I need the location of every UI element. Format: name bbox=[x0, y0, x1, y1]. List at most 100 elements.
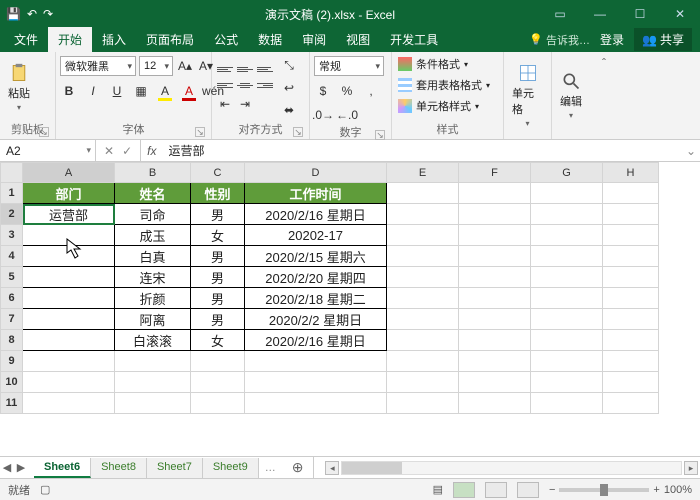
cell[interactable] bbox=[531, 267, 603, 288]
cell[interactable]: 男 bbox=[191, 246, 245, 267]
cell[interactable] bbox=[387, 309, 459, 330]
cell[interactable] bbox=[245, 393, 387, 414]
orientation-icon[interactable]: ⤡ bbox=[280, 57, 298, 75]
increase-font-icon[interactable]: A▴ bbox=[176, 57, 194, 75]
tab-formulas[interactable]: 公式 bbox=[204, 27, 248, 52]
increase-indent-icon[interactable]: ⇥ bbox=[236, 95, 254, 113]
cell[interactable]: 折颜 bbox=[115, 288, 191, 309]
fx-icon[interactable]: fx bbox=[141, 144, 162, 158]
cells-button[interactable]: 单元格▾ bbox=[508, 61, 547, 130]
row-header[interactable]: 5 bbox=[1, 267, 23, 288]
cell[interactable] bbox=[387, 183, 459, 204]
italic-button[interactable]: I bbox=[84, 82, 102, 100]
cell[interactable]: 2020/2/16 星期日 bbox=[245, 204, 387, 225]
cell[interactable] bbox=[531, 183, 603, 204]
col-header[interactable]: D bbox=[245, 163, 387, 183]
number-format-combo[interactable]: 常规 bbox=[314, 56, 384, 76]
cell[interactable] bbox=[23, 246, 115, 267]
cell[interactable] bbox=[459, 183, 531, 204]
tab-file[interactable]: 文件 bbox=[4, 27, 48, 52]
cell[interactable]: 部门 bbox=[23, 183, 115, 204]
cell[interactable] bbox=[531, 288, 603, 309]
sheet-nav-next-icon[interactable]: ▶ bbox=[14, 461, 28, 474]
cell[interactable] bbox=[459, 246, 531, 267]
cell[interactable] bbox=[23, 225, 115, 246]
cell[interactable] bbox=[115, 393, 191, 414]
new-sheet-button[interactable]: ⊕ bbox=[282, 459, 314, 476]
cell[interactable] bbox=[459, 288, 531, 309]
cell[interactable]: 2020/2/15 星期六 bbox=[245, 246, 387, 267]
cell[interactable] bbox=[459, 372, 531, 393]
conditional-format-button[interactable]: 条件格式▾ bbox=[396, 54, 470, 74]
cell[interactable]: 20202-17 bbox=[245, 225, 387, 246]
scroll-thumb[interactable] bbox=[342, 462, 402, 474]
cancel-formula-icon[interactable]: ✕ bbox=[104, 144, 114, 158]
cell[interactable] bbox=[459, 267, 531, 288]
row-header[interactable]: 7 bbox=[1, 309, 23, 330]
zoom-out-icon[interactable]: − bbox=[549, 484, 555, 496]
cell[interactable]: 连宋 bbox=[115, 267, 191, 288]
wrap-text-icon[interactable]: ↩ bbox=[280, 79, 298, 97]
cell[interactable] bbox=[531, 351, 603, 372]
col-header[interactable]: F bbox=[459, 163, 531, 183]
cell[interactable] bbox=[531, 246, 603, 267]
zoom-in-icon[interactable]: + bbox=[653, 484, 659, 496]
align-left-icon[interactable] bbox=[216, 79, 234, 93]
paste-button[interactable]: 粘贴 ▾ bbox=[4, 61, 34, 114]
cell[interactable] bbox=[23, 351, 115, 372]
cell[interactable] bbox=[387, 267, 459, 288]
align-middle-icon[interactable] bbox=[236, 63, 254, 77]
cell[interactable] bbox=[531, 330, 603, 351]
cell[interactable]: 白滚滚 bbox=[115, 330, 191, 351]
cell[interactable] bbox=[245, 351, 387, 372]
sheet-tab[interactable]: Sheet6 bbox=[34, 458, 91, 478]
border-button[interactable]: ▦ bbox=[132, 82, 150, 100]
col-header[interactable]: A bbox=[23, 163, 115, 183]
sheet-tab[interactable]: Sheet9 bbox=[203, 458, 259, 478]
expand-formula-icon[interactable]: ⌄ bbox=[682, 144, 700, 158]
horizontal-scrollbar[interactable]: ◂ ▸ bbox=[323, 461, 700, 475]
cell[interactable] bbox=[531, 309, 603, 330]
undo-icon[interactable]: ↶ bbox=[27, 7, 37, 21]
merge-cells-icon[interactable]: ⬌ bbox=[280, 101, 298, 119]
tab-developer[interactable]: 开发工具 bbox=[380, 27, 448, 52]
cell[interactable] bbox=[603, 267, 659, 288]
cell[interactable] bbox=[531, 225, 603, 246]
cell[interactable]: 工作时间 bbox=[245, 183, 387, 204]
align-center-icon[interactable] bbox=[236, 79, 254, 93]
cell[interactable] bbox=[387, 372, 459, 393]
fill-color-button[interactable]: A bbox=[156, 82, 174, 100]
close-icon[interactable]: ✕ bbox=[660, 0, 700, 28]
cell[interactable] bbox=[459, 309, 531, 330]
cell[interactable]: 成玉 bbox=[115, 225, 191, 246]
display-settings-icon[interactable]: ▤ bbox=[433, 483, 443, 496]
tellme[interactable]: 💡 告诉我… bbox=[529, 32, 590, 48]
cell[interactable] bbox=[23, 309, 115, 330]
clipboard-launcher-icon[interactable]: ↘ bbox=[39, 127, 49, 137]
cell[interactable]: 男 bbox=[191, 204, 245, 225]
row-header[interactable]: 6 bbox=[1, 288, 23, 309]
cell[interactable] bbox=[23, 288, 115, 309]
col-header[interactable]: B bbox=[115, 163, 191, 183]
tab-layout[interactable]: 页面布局 bbox=[136, 27, 204, 52]
view-layout-icon[interactable] bbox=[485, 482, 507, 498]
sheet-overflow[interactable]: … bbox=[259, 459, 282, 477]
cell[interactable] bbox=[23, 372, 115, 393]
cell[interactable] bbox=[23, 330, 115, 351]
decrease-decimal-icon[interactable]: ←.0 bbox=[338, 106, 356, 124]
tab-review[interactable]: 审阅 bbox=[292, 27, 336, 52]
row-header[interactable]: 9 bbox=[1, 351, 23, 372]
cell[interactable] bbox=[459, 204, 531, 225]
row-header[interactable]: 4 bbox=[1, 246, 23, 267]
cell[interactable]: 白真 bbox=[115, 246, 191, 267]
signin-button[interactable]: 登录 bbox=[594, 27, 630, 52]
cell[interactable] bbox=[387, 330, 459, 351]
scroll-left-icon[interactable]: ◂ bbox=[325, 461, 339, 475]
cell[interactable] bbox=[603, 309, 659, 330]
cell-styles-button[interactable]: 单元格样式▾ bbox=[396, 96, 481, 116]
cell[interactable] bbox=[387, 351, 459, 372]
ribbon-options-icon[interactable]: ▭ bbox=[540, 0, 580, 28]
underline-button[interactable]: U bbox=[108, 82, 126, 100]
row-header[interactable]: 2 bbox=[1, 204, 23, 225]
table-format-button[interactable]: 套用表格格式▾ bbox=[396, 75, 492, 95]
